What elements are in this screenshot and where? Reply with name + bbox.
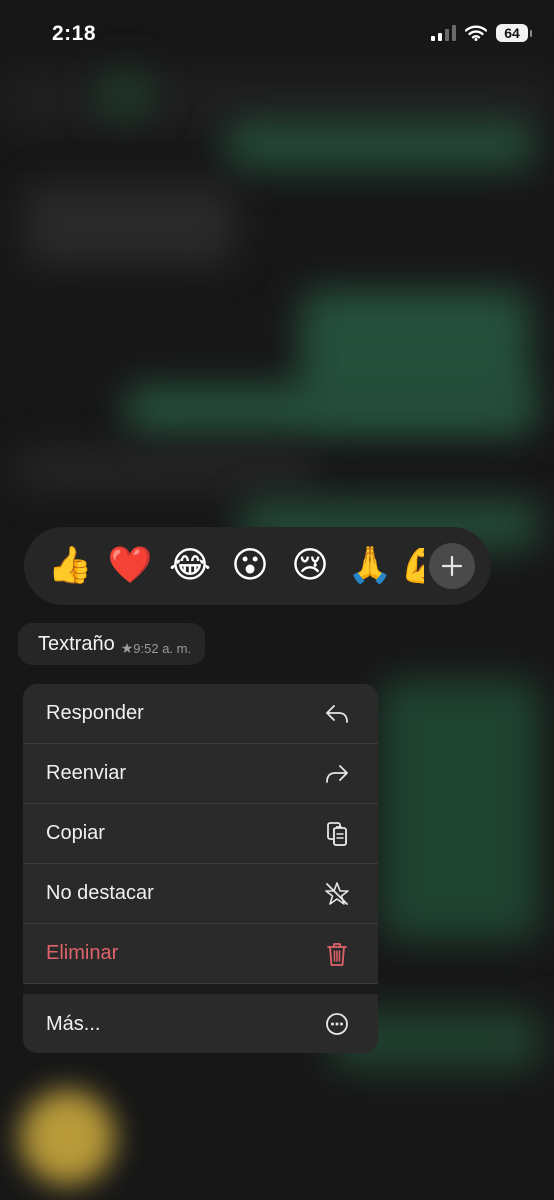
menu-item-unstar[interactable]: No destacar bbox=[23, 864, 378, 924]
menu-item-label: Eliminar bbox=[46, 942, 119, 964]
reaction-crying[interactable]: 😢 bbox=[280, 548, 340, 584]
message-bubble[interactable]: Textraño ★9:52 a. m. bbox=[18, 623, 206, 665]
unstar-icon bbox=[325, 882, 349, 905]
menu-item-delete[interactable]: Eliminar bbox=[23, 924, 378, 984]
reaction-heart[interactable]: ❤️ bbox=[100, 548, 160, 584]
menu-item-label: Responder bbox=[46, 702, 144, 724]
more-reactions-button[interactable] bbox=[429, 543, 475, 589]
menu-item-reply[interactable]: Responder bbox=[23, 684, 378, 744]
reaction-bar: 👍 ❤️ 😂 😮 😢 🙏 💪 bbox=[24, 527, 491, 605]
forward-icon bbox=[326, 765, 348, 783]
menu-item-label: Copiar bbox=[46, 822, 105, 844]
menu-item-label: Reenviar bbox=[46, 762, 127, 784]
more-icon bbox=[326, 1013, 348, 1035]
message-meta: ★9:52 a. m. bbox=[121, 640, 191, 657]
menu-item-label: No destacar bbox=[46, 882, 154, 904]
reply-icon bbox=[326, 705, 348, 723]
copy-icon bbox=[327, 822, 347, 846]
message-text: Textraño bbox=[38, 632, 115, 655]
reaction-surprised[interactable]: 😮 bbox=[220, 548, 280, 584]
battery-indicator: 64 bbox=[496, 24, 532, 42]
wifi-icon bbox=[465, 25, 487, 41]
status-icons: 64 bbox=[431, 24, 532, 42]
reaction-muscle[interactable]: 💪 bbox=[400, 548, 424, 584]
menu-item-more[interactable]: Más... bbox=[23, 994, 378, 1053]
plus-icon bbox=[441, 555, 463, 577]
reaction-pray[interactable]: 🙏 bbox=[340, 548, 400, 584]
menu-item-copy[interactable]: Copiar bbox=[23, 804, 378, 864]
starred-icon: ★ bbox=[120, 639, 134, 656]
reaction-thumbs-up[interactable]: 👍 bbox=[40, 548, 100, 584]
menu-item-forward[interactable]: Reenviar bbox=[23, 744, 378, 804]
reaction-laughing[interactable]: 😂 bbox=[160, 548, 220, 584]
trash-icon bbox=[327, 943, 347, 966]
status-time: 2:18 bbox=[52, 22, 97, 45]
message-time: 9:52 a. m. bbox=[133, 640, 192, 656]
message-context-menu: Responder Reenviar Copiar No destacar El… bbox=[23, 684, 378, 1053]
menu-separator bbox=[23, 984, 378, 994]
menu-item-label: Más... bbox=[46, 1012, 101, 1035]
status-bar: 2:18 64 bbox=[0, 0, 554, 70]
cellular-signal-icon bbox=[431, 25, 456, 41]
